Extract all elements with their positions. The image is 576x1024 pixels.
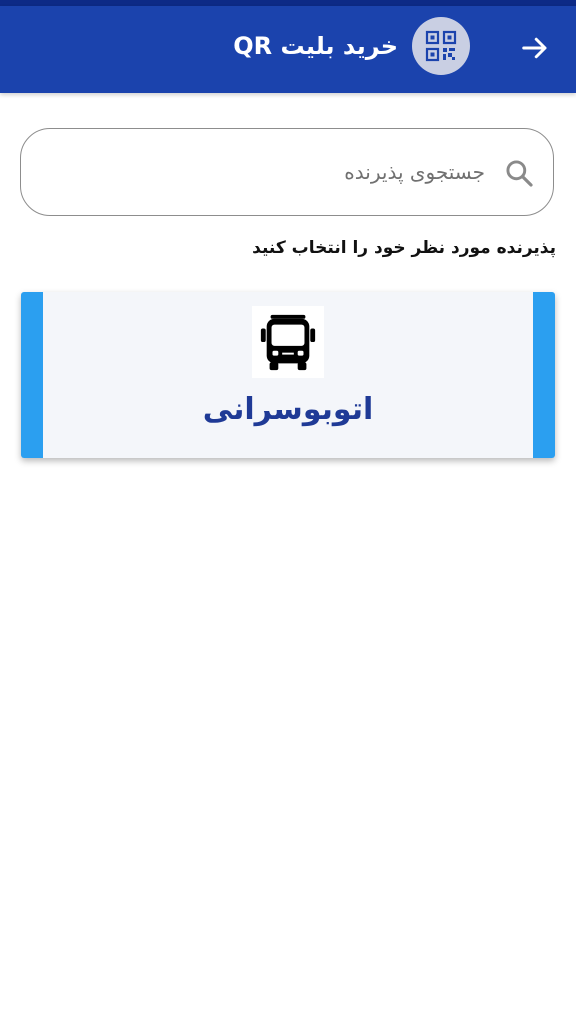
qr-badge <box>412 17 470 75</box>
instruction-text: پذیرنده مورد نظر خود را انتخاب کنید <box>252 238 556 258</box>
qr-code-icon <box>425 30 457 62</box>
card-accent-left <box>21 292 43 458</box>
app-bar: خرید بلیت QR <box>0 6 576 93</box>
arrow-right-icon <box>522 37 547 59</box>
merchant-icon-tile <box>252 306 324 378</box>
merchant-card-bus[interactable]: اتوبوسرانی <box>21 292 555 458</box>
search-icon <box>506 160 533 187</box>
merchant-label: اتوبوسرانی <box>202 392 374 427</box>
search-box[interactable] <box>20 128 554 216</box>
page-title: خرید بلیت QR <box>233 32 398 60</box>
search-input[interactable] <box>65 149 485 195</box>
bus-icon <box>260 314 316 371</box>
back-button[interactable] <box>518 28 552 68</box>
card-accent-right <box>533 292 555 458</box>
